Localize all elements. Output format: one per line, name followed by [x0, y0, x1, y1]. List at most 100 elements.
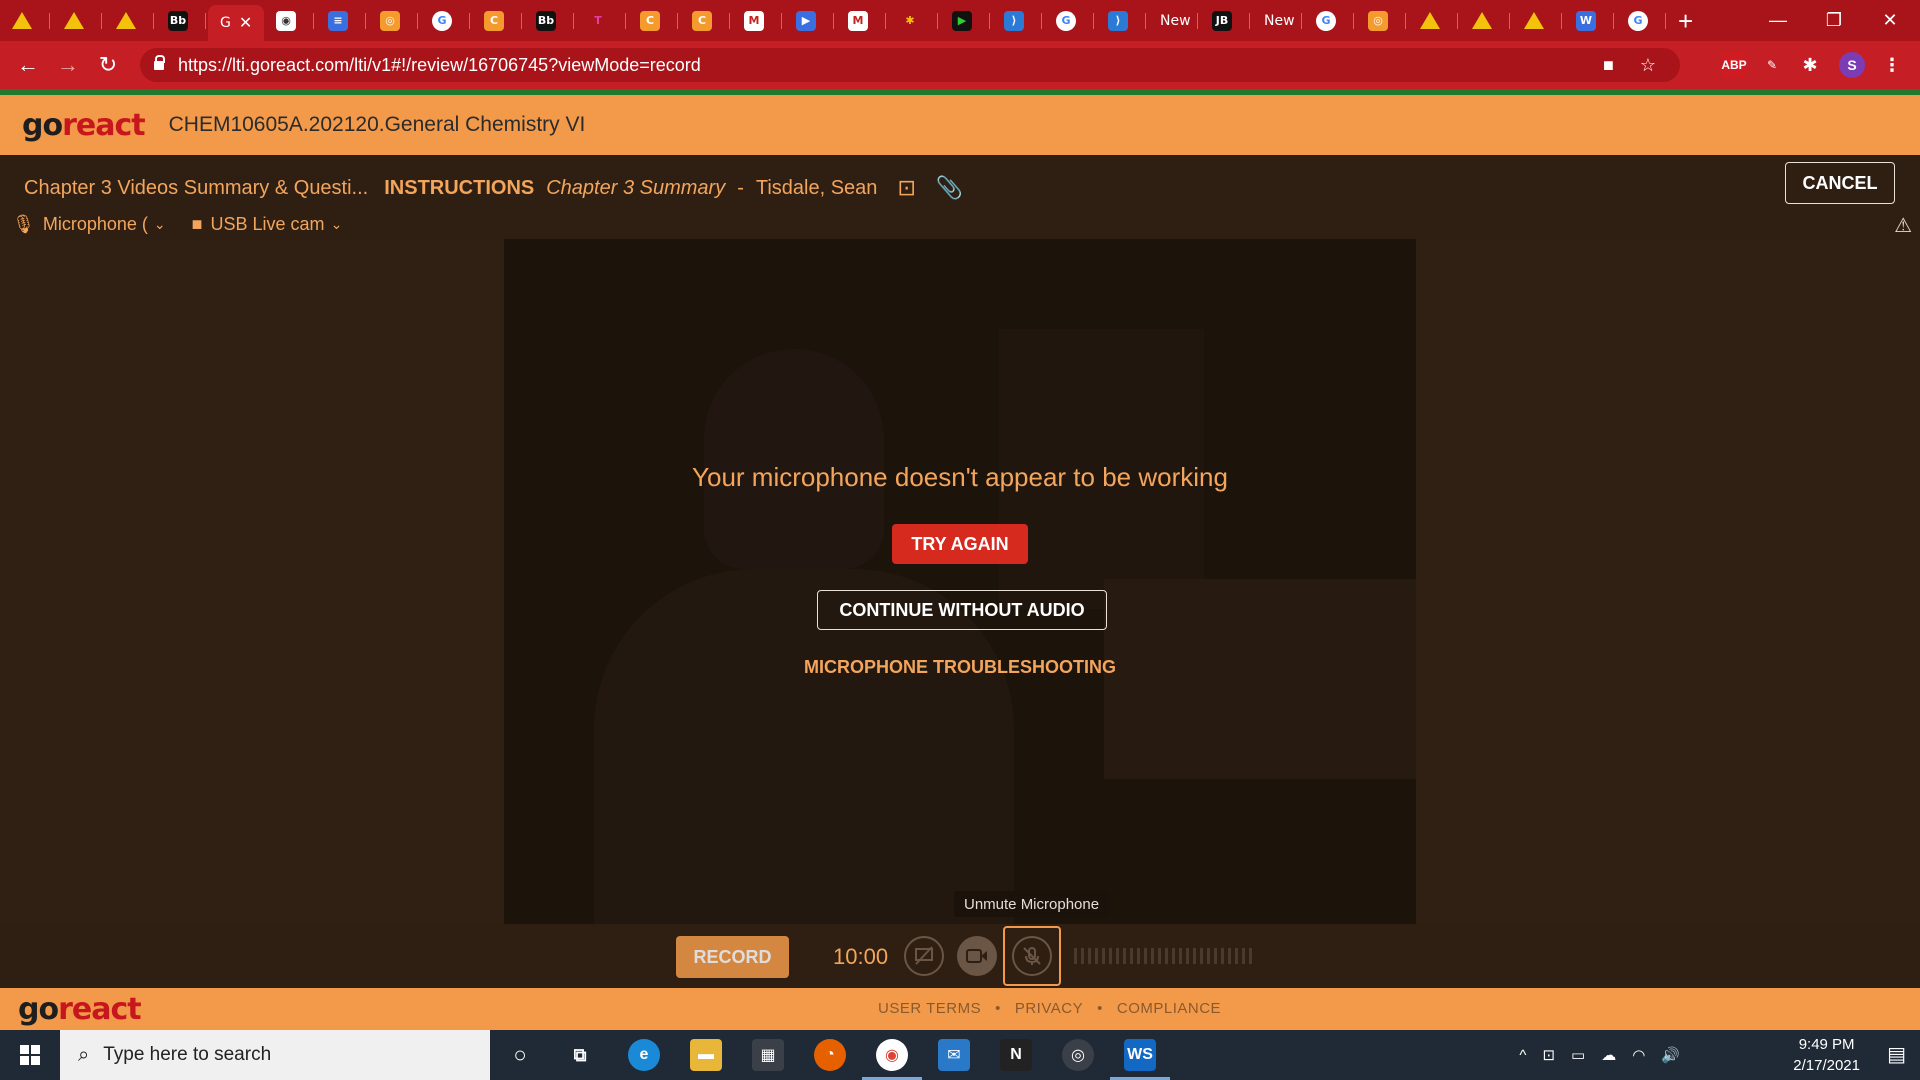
start-button[interactable] [0, 1030, 60, 1080]
tab-app[interactable]: C [628, 0, 680, 41]
taskbar-clock[interactable]: 9:49 PM 2/17/2021 [1793, 1034, 1860, 1076]
record-button[interactable]: RECORD [676, 936, 789, 978]
browser-menu-icon[interactable]: ⋮ [1882, 52, 1902, 78]
privacy-link[interactable]: PRIVACY [1015, 1000, 1083, 1017]
camera-in-use-icon[interactable]: ■ [1603, 55, 1614, 76]
tab-app[interactable]: C [472, 0, 524, 41]
camera-select[interactable]: USB Live cam [211, 214, 325, 235]
tab-google-drive[interactable] [52, 0, 104, 41]
tab-google[interactable]: G [1616, 0, 1668, 41]
firefox-icon[interactable]: ◔ [814, 1039, 846, 1071]
tab-google[interactable]: G [1044, 0, 1096, 41]
tab-goreact-active[interactable]: G ✕ [208, 5, 264, 41]
tab-gmail[interactable]: M [732, 0, 784, 41]
search-icon: ⌕ [78, 1043, 90, 1066]
reload-icon[interactable]: ↻ [88, 52, 128, 78]
tab-blackboard[interactable]: Bb [156, 0, 208, 41]
background-bed [1104, 579, 1416, 779]
tab-google-drive[interactable] [104, 0, 156, 41]
show-hidden-icons-chevron-up-icon[interactable]: ^ [1519, 1047, 1526, 1064]
cortana-icon[interactable]: ○ [504, 1039, 536, 1071]
cancel-button[interactable]: CANCEL [1785, 162, 1895, 204]
chevron-down-icon[interactable]: ⌄ [154, 216, 166, 233]
file-explorer-icon[interactable]: ▬ [690, 1039, 722, 1071]
edge-browser-icon[interactable]: e [628, 1039, 660, 1071]
blackboard-icon: Bb [536, 10, 556, 31]
screen-share-off-button[interactable] [904, 936, 944, 976]
compliance-link[interactable]: COMPLIANCE [1117, 1000, 1221, 1017]
profile-avatar[interactable]: S [1839, 52, 1865, 78]
notion-icon[interactable]: N [1000, 1039, 1032, 1071]
battery-icon[interactable]: ▭ [1571, 1046, 1585, 1064]
camera-toggle-button[interactable] [957, 936, 997, 976]
assignment-bar: Chapter 3 Videos Summary & Questi... INS… [0, 155, 1920, 239]
chrome-icon[interactable]: ◉ [876, 1039, 908, 1071]
tab-app[interactable]: ▶ [940, 0, 992, 41]
google-drive-icon [1420, 12, 1440, 29]
tab-vscode[interactable]: ⟩ [1096, 0, 1148, 41]
tab-new[interactable]: New [1252, 0, 1304, 41]
pen-extension-icon[interactable]: ✎ [1760, 52, 1784, 78]
close-window-icon[interactable]: ✕ [1862, 0, 1918, 41]
mail-icon[interactable]: ✉ [938, 1039, 970, 1071]
tab-app[interactable]: W [1564, 0, 1616, 41]
back-arrow-icon[interactable]: ← [8, 52, 48, 78]
adblock-extension-icon[interactable]: ABP [1721, 52, 1747, 78]
tab-google[interactable]: G [420, 0, 472, 41]
microsoft-store-icon[interactable]: ▦ [752, 1039, 784, 1071]
tab-new[interactable]: New [1148, 0, 1200, 41]
goreact-footer-logo[interactable]: goreact [18, 992, 142, 1027]
microphone-select[interactable]: Microphone ( [43, 214, 148, 235]
tab-gmail[interactable]: M [836, 0, 888, 41]
address-bar[interactable]: https://lti.goreact.com/lti/v1#!/review/… [140, 48, 1680, 82]
tab-app[interactable]: ◎ [368, 0, 420, 41]
goreact-logo[interactable]: goreact [22, 108, 146, 143]
student-name: Tisdale, Sean [755, 176, 878, 199]
obs-icon[interactable]: ◎ [1062, 1039, 1094, 1071]
tab-blackboard[interactable]: Bb [524, 0, 576, 41]
close-tab-icon[interactable]: ✕ [239, 13, 252, 33]
wifi-icon[interactable]: ◠ [1632, 1046, 1645, 1064]
presentation-icon[interactable]: ⊡ [897, 175, 915, 201]
bookmark-star-icon[interactable]: ☆ [1640, 55, 1656, 76]
tab-jetbrains[interactable]: JB [1200, 0, 1252, 41]
chevron-down-icon[interactable]: ⌄ [331, 216, 343, 233]
assignment-title[interactable]: Chapter 3 Videos Summary & Questi... [24, 177, 368, 200]
onedrive-cloud-icon[interactable]: ☁ [1601, 1046, 1616, 1064]
tab-app[interactable]: ◉ [264, 0, 316, 41]
webstorm-icon[interactable]: WS [1124, 1039, 1156, 1071]
tab-app[interactable]: T [576, 0, 628, 41]
attachment-paperclip-icon[interactable]: 📎 [936, 175, 963, 201]
app-icon: ◎ [380, 10, 400, 31]
minimize-icon[interactable]: — [1750, 0, 1806, 41]
volume-icon[interactable]: 🔊 [1661, 1046, 1680, 1064]
warning-icon[interactable]: ⚠ [1894, 213, 1912, 238]
system-tray: ^ ⊡ ▭ ☁ ◠ 🔊 [1519, 1030, 1680, 1080]
new-tab-plus-icon[interactable]: + [1678, 8, 1693, 34]
tab-google-docs[interactable]: ≡ [316, 0, 368, 41]
restore-icon[interactable]: ❐ [1806, 0, 1862, 41]
meet-now-icon[interactable]: ⊡ [1542, 1046, 1555, 1064]
tab-zoom[interactable]: ▶ [784, 0, 836, 41]
tab-google-drive[interactable] [1460, 0, 1512, 41]
tab-label: New [1264, 12, 1295, 29]
continue-without-audio-button[interactable]: CONTINUE WITHOUT AUDIO [817, 590, 1107, 630]
tab-google[interactable]: G [1304, 0, 1356, 41]
task-view-icon[interactable]: ⧉ [564, 1039, 596, 1071]
instructions-link[interactable]: INSTRUCTIONS [384, 177, 534, 200]
taskbar-search[interactable]: ⌕ Type here to search [60, 1030, 490, 1080]
unmute-microphone-button[interactable] [1003, 926, 1061, 986]
microphone-troubleshooting-link[interactable]: MICROPHONE TROUBLESHOOTING [504, 657, 1416, 678]
action-center-icon[interactable]: ▤ [1887, 1042, 1906, 1067]
tab-app[interactable]: ◎ [1356, 0, 1408, 41]
user-terms-link[interactable]: USER TERMS [878, 1000, 981, 1017]
try-again-button[interactable]: TRY AGAIN [892, 524, 1028, 564]
tab-google-drive[interactable] [1512, 0, 1564, 41]
tab-google-drive[interactable] [1408, 0, 1460, 41]
tab-app[interactable]: C [680, 0, 732, 41]
forward-arrow-icon[interactable]: → [48, 52, 88, 78]
extensions-puzzle-icon[interactable]: ✱ [1798, 52, 1822, 78]
tab-app[interactable]: ✱ [888, 0, 940, 41]
tab-vscode[interactable]: ⟩ [992, 0, 1044, 41]
tab-google-drive[interactable] [0, 0, 52, 41]
